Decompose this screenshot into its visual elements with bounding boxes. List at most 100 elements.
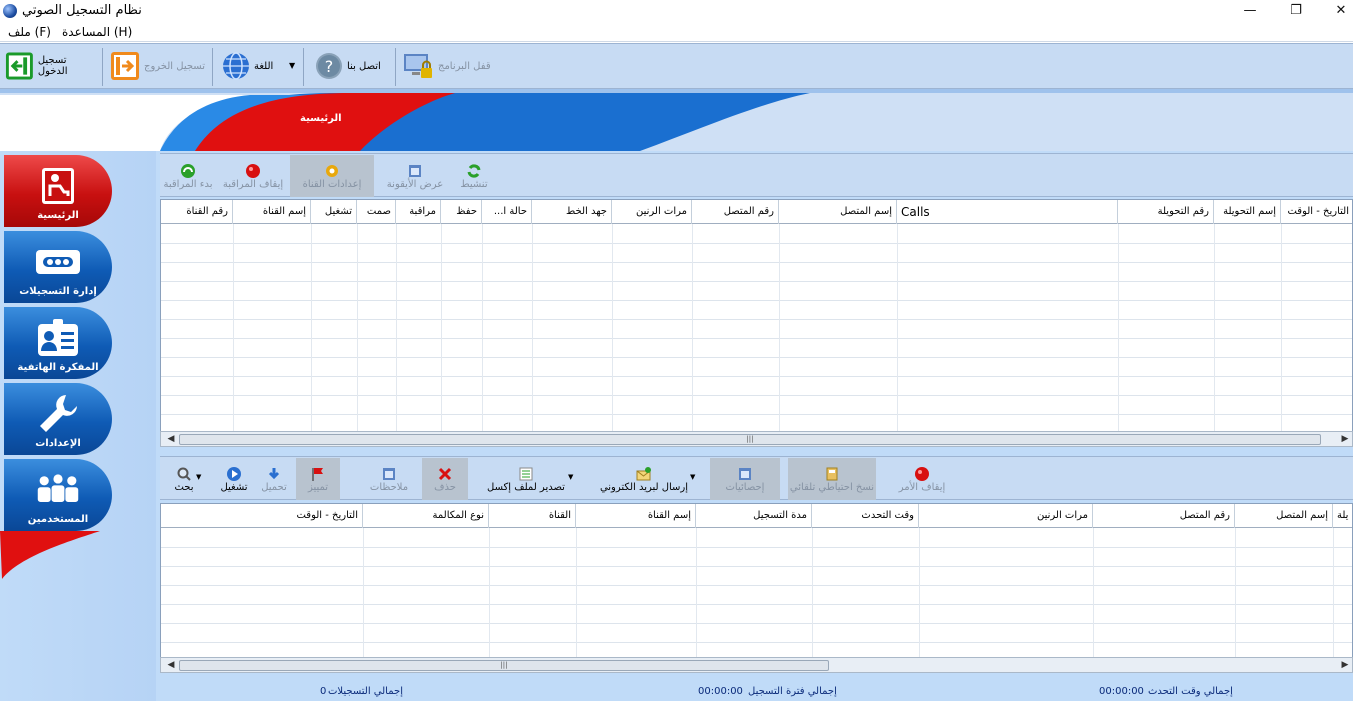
grid-row-line bbox=[161, 547, 1352, 548]
highlight-button[interactable]: تمييز bbox=[296, 458, 340, 500]
grid-col-line bbox=[1214, 224, 1215, 434]
nav-home-label: الرئيسية bbox=[37, 210, 79, 221]
cassette-icon bbox=[35, 242, 81, 282]
login-button[interactable]: تسجيل الدخول bbox=[5, 47, 97, 85]
col-calls[interactable]: Calls bbox=[897, 200, 1118, 224]
grid-col-line bbox=[482, 224, 483, 434]
col-rec-channel[interactable]: القناة bbox=[489, 504, 576, 528]
menu-help[interactable]: المساعدة (H) bbox=[62, 25, 132, 39]
col-status[interactable]: ...حالة ا bbox=[482, 200, 532, 224]
language-button[interactable]: اللغة bbox=[222, 47, 282, 85]
col-rec-datetime[interactable]: التاريخ - الوقت bbox=[161, 504, 363, 528]
nav-phonebook[interactable]: المفكرة الهاتفية bbox=[4, 307, 112, 379]
nav-settings[interactable]: الإعدادات bbox=[4, 383, 112, 455]
activate-button[interactable]: تنشيط bbox=[454, 155, 494, 197]
grid-row-line bbox=[161, 357, 1352, 358]
channel-settings-label: إعدادات القناة bbox=[302, 178, 362, 190]
col-ring-count[interactable]: مرات الرنين bbox=[612, 200, 692, 224]
download-button[interactable]: تحميل bbox=[256, 458, 292, 500]
total-recording-time-label: إجمالي فترة التسجيل bbox=[748, 686, 837, 697]
minimize-button[interactable]: — bbox=[1227, 0, 1273, 22]
banner-swoosh bbox=[0, 89, 1353, 151]
grid-col-line bbox=[363, 528, 364, 662]
play-icon bbox=[227, 466, 241, 481]
statistics-button[interactable]: إحصائيات bbox=[710, 458, 780, 500]
lock-program-button[interactable]: قفل البرنامج bbox=[402, 47, 492, 85]
col-rec-caller-number[interactable]: رقم المتصل bbox=[1093, 504, 1235, 528]
grid-row-line bbox=[161, 262, 1352, 263]
menu-file[interactable]: ملف (F) bbox=[8, 25, 51, 39]
nav-users[interactable]: المستخدمين bbox=[4, 459, 112, 531]
auto-backup-button[interactable]: نسخ احتياطي تلقائي bbox=[788, 458, 876, 500]
scroll-right-icon[interactable]: ▶ bbox=[1337, 432, 1353, 446]
col-save[interactable]: حفظ bbox=[441, 200, 482, 224]
col-caller-name[interactable]: إسم المتصل bbox=[779, 200, 897, 224]
col-monitor[interactable]: مراقبة bbox=[396, 200, 441, 224]
menu-bar: ملف (F) المساعدة (H) bbox=[0, 22, 1353, 42]
col-rec-channel-name[interactable]: إسم القناة bbox=[576, 504, 696, 528]
scroll-left-icon[interactable]: ◀ bbox=[163, 432, 179, 446]
start-monitor-button[interactable]: بدء المراقبة bbox=[160, 155, 216, 197]
scroll-thumb[interactable]: ||| bbox=[179, 434, 1321, 445]
search-dropdown-arrow-icon[interactable]: ▼ bbox=[196, 473, 201, 481]
col-extension-number[interactable]: رقم التحويلة bbox=[1118, 200, 1214, 224]
email-dropdown-arrow-icon[interactable]: ▼ bbox=[690, 473, 695, 481]
live-calls-table[interactable]: رقم القناة إسم القناة تشغيل صمت مراقبة ح… bbox=[160, 199, 1353, 435]
close-button[interactable]: ✕ bbox=[1318, 0, 1353, 22]
col-rec-caller-name[interactable]: إسم المتصل bbox=[1235, 504, 1333, 528]
person-desk-icon bbox=[35, 166, 81, 206]
statistics-icon bbox=[739, 467, 751, 480]
col-channel-number[interactable]: رقم القناة bbox=[161, 200, 233, 224]
scroll-left-icon[interactable]: ◀ bbox=[163, 658, 179, 672]
play-button[interactable]: تشغيل bbox=[214, 458, 254, 500]
col-rec-extension[interactable]: يلة bbox=[1333, 504, 1352, 528]
nav-home[interactable]: الرئيسية bbox=[4, 155, 112, 227]
grid-row-line bbox=[161, 642, 1352, 643]
grid-row-line bbox=[161, 566, 1352, 567]
tab-home[interactable]: الرئيسية bbox=[300, 113, 342, 124]
grid-row-line bbox=[161, 338, 1352, 339]
col-caller-number[interactable]: رقم المتصل bbox=[692, 200, 779, 224]
maximize-button[interactable]: ❐ bbox=[1273, 0, 1319, 22]
export-dropdown-arrow-icon[interactable]: ▼ bbox=[568, 473, 573, 481]
window-title: نظام التسجيل الصوتي bbox=[22, 3, 142, 18]
notes-button[interactable]: ملاحظات bbox=[364, 458, 414, 500]
scroll-thumb[interactable]: ||| bbox=[179, 660, 829, 671]
recordings-table[interactable]: التاريخ - الوقت نوع المكالمة القناة إسم … bbox=[160, 503, 1353, 663]
send-email-button[interactable]: إرسال لبريد الكتروني bbox=[588, 458, 700, 500]
col-play[interactable]: تشغيل bbox=[311, 200, 357, 224]
total-recordings-value: 0 bbox=[320, 686, 327, 697]
scroll-right-icon[interactable]: ▶ bbox=[1337, 658, 1353, 672]
export-excel-button[interactable]: تصدير لملف إكسل bbox=[476, 458, 576, 500]
grid-col-line bbox=[779, 224, 780, 434]
col-rec-call-type[interactable]: نوع المكالمة bbox=[363, 504, 489, 528]
contact-button[interactable]: ? اتصل بنا bbox=[315, 47, 390, 85]
grid-row-line bbox=[161, 604, 1352, 605]
col-rec-ring-count[interactable]: مرات الرنين bbox=[919, 504, 1093, 528]
delete-button[interactable]: حذف bbox=[422, 458, 468, 500]
col-channel-name[interactable]: إسم القناة bbox=[233, 200, 311, 224]
search-label: بحث bbox=[174, 481, 194, 493]
col-rec-duration[interactable]: مدة التسجيل bbox=[696, 504, 812, 528]
channel-settings-button[interactable]: إعدادات القناة bbox=[290, 155, 374, 197]
bottom-table-scrollbar[interactable]: ◀ ||| ▶ bbox=[160, 657, 1353, 673]
grid-col-line bbox=[396, 224, 397, 434]
col-extension-name[interactable]: إسم التحويلة bbox=[1214, 200, 1281, 224]
language-dropdown-arrow-icon[interactable]: ▼ bbox=[289, 61, 295, 70]
col-mute[interactable]: صمت bbox=[357, 200, 396, 224]
logout-button[interactable]: تسجيل الخروج bbox=[110, 47, 205, 85]
stop-monitor-button[interactable]: إيقاف المراقبة bbox=[220, 155, 286, 197]
total-talk-time-value: 00:00:00 bbox=[1099, 686, 1144, 697]
nav-recordings[interactable]: إدارة التسجيلات bbox=[4, 231, 112, 303]
main-toolbar: تسجيل الدخول تسجيل الخروج اللغة ▼ ? اتصل… bbox=[0, 43, 1353, 89]
grid-col-line bbox=[311, 224, 312, 434]
col-line-voltage[interactable]: جهد الخط bbox=[532, 200, 612, 224]
excel-icon bbox=[519, 467, 533, 480]
download-icon bbox=[268, 467, 280, 479]
col-rec-talk-time[interactable]: وقت التحدث bbox=[812, 504, 919, 528]
show-icons-button[interactable]: عرض الأيقونة bbox=[380, 155, 450, 197]
col-datetime[interactable]: التاريخ - الوقت bbox=[1281, 200, 1352, 224]
top-table-scrollbar[interactable]: ◀ ||| ▶ bbox=[160, 431, 1353, 447]
stop-command-button[interactable]: إيقاف الأمر bbox=[890, 458, 954, 500]
grid-row-line bbox=[161, 243, 1352, 244]
